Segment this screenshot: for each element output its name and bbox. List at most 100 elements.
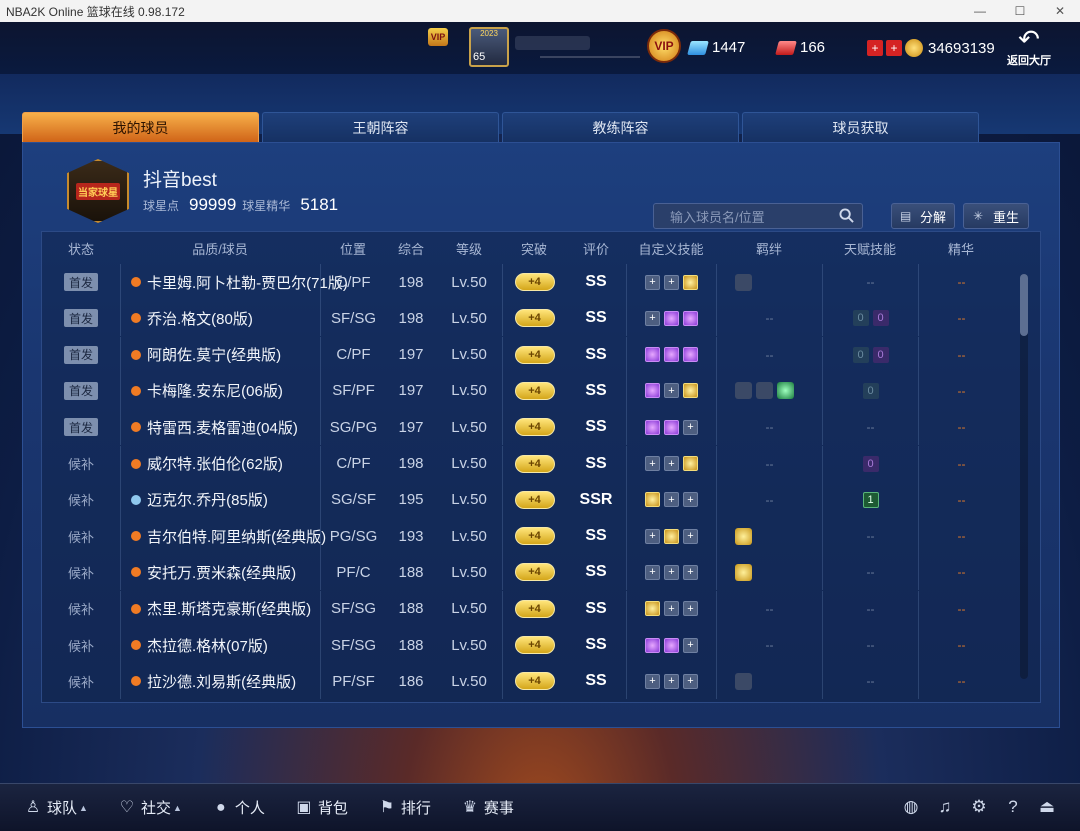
add-skill-icon[interactable]: + bbox=[683, 492, 698, 508]
col-overall[interactable]: 综合 bbox=[386, 232, 436, 264]
add-diamond-icon[interactable]: + bbox=[867, 40, 883, 56]
skill-icon[interactable] bbox=[645, 637, 660, 653]
skill-icon[interactable] bbox=[664, 637, 679, 653]
status-badge[interactable]: 候补 bbox=[68, 490, 94, 509]
table-row[interactable]: 首发 卡梅隆.安东尼(06版) SF/PF 197 Lv.50 +4 SS +0 -- bbox=[42, 372, 1027, 409]
help-icon[interactable]: ? bbox=[1002, 796, 1024, 818]
table-row[interactable]: 首发 卡里姆.阿卜杜勒-贾巴尔(71版) C/PF 198 Lv.50 +4 SS + + -- -… bbox=[42, 264, 1027, 300]
breakthrough-button[interactable]: +4 bbox=[514, 418, 555, 437]
breakthrough-button[interactable]: +4 bbox=[514, 527, 555, 546]
status-badge[interactable]: 候补 bbox=[68, 454, 94, 473]
headset-icon[interactable]: ◍ bbox=[900, 796, 922, 818]
add-skill-icon[interactable]: + bbox=[645, 310, 660, 326]
bond-icon[interactable] bbox=[777, 382, 794, 400]
table-scrollbar[interactable] bbox=[1020, 274, 1028, 679]
breakthrough-button[interactable]: +4 bbox=[514, 599, 555, 618]
vip-badge-icon[interactable]: VIP bbox=[647, 29, 681, 63]
scrollbar-thumb[interactable] bbox=[1020, 274, 1028, 336]
skill-icon[interactable] bbox=[645, 419, 660, 435]
maximize-button[interactable]: ☐ bbox=[1000, 0, 1040, 22]
status-badge[interactable]: 首发 bbox=[64, 381, 98, 400]
add-skill-icon[interactable]: + bbox=[683, 419, 698, 435]
back-to-lobby-button[interactable]: ↶ 返回大厅 bbox=[1003, 26, 1055, 68]
skill-icon[interactable] bbox=[645, 347, 660, 363]
col-bond[interactable]: 羁绊 bbox=[716, 232, 822, 264]
breakthrough-button[interactable]: +4 bbox=[514, 454, 555, 473]
exit-icon[interactable]: ⏏ bbox=[1036, 796, 1058, 818]
bond-icon[interactable] bbox=[735, 382, 752, 400]
col-breakthrough[interactable]: 突破 bbox=[502, 232, 566, 264]
diamond-counter[interactable]: 1447 bbox=[687, 39, 745, 56]
skill-icon[interactable] bbox=[664, 310, 679, 326]
add-skill-icon[interactable]: + bbox=[645, 528, 660, 544]
table-row[interactable]: 候补 拉沙德.刘易斯(经典版) PF/SF 186 Lv.50 +4 SS + + + -- -- bbox=[42, 663, 1027, 700]
status-badge[interactable]: 首发 bbox=[64, 418, 98, 437]
music-icon[interactable]: ♫ bbox=[934, 796, 956, 818]
skill-icon[interactable] bbox=[664, 419, 679, 435]
bond-icon[interactable] bbox=[735, 672, 752, 690]
add-skill-icon[interactable]: + bbox=[645, 456, 660, 471]
tab-coach-lineup[interactable]: 教练阵容 bbox=[502, 112, 739, 142]
add-skill-icon[interactable]: + bbox=[664, 383, 679, 399]
add-skill-icon[interactable]: + bbox=[683, 528, 698, 544]
rebirth-button[interactable]: ✳ 重生 bbox=[963, 203, 1029, 229]
talent-slot-icon[interactable]: 0 bbox=[872, 346, 889, 363]
add-skill-icon[interactable]: + bbox=[645, 274, 660, 290]
player-name[interactable]: 安托万.贾米森(经典版) bbox=[147, 562, 296, 583]
col-position[interactable]: 位置 bbox=[320, 232, 386, 264]
breakthrough-button[interactable]: +4 bbox=[514, 309, 555, 328]
breakthrough-button[interactable]: +4 bbox=[514, 381, 555, 400]
table-row[interactable]: 候补 安托万.贾米森(经典版) PF/C 188 Lv.50 +4 SS + + + -- -- bbox=[42, 554, 1027, 591]
add-skill-icon[interactable]: + bbox=[664, 274, 679, 290]
talent-slot-icon[interactable]: 0 bbox=[852, 310, 869, 327]
bond-icon[interactable] bbox=[756, 382, 773, 400]
skill-icon[interactable] bbox=[645, 492, 660, 508]
skill-icon[interactable] bbox=[664, 347, 679, 363]
skill-icon[interactable] bbox=[645, 383, 660, 399]
skill-icon[interactable] bbox=[664, 528, 679, 544]
add-skill-icon[interactable]: + bbox=[683, 601, 698, 617]
col-player[interactable]: 品质/球员 bbox=[120, 232, 320, 264]
table-row[interactable]: 候补 杰里.斯塔克豪斯(经典版) SF/SG 188 Lv.50 +4 SS + + -- -- -- bbox=[42, 590, 1027, 627]
player-name[interactable]: 迈克尔.乔丹(85版) bbox=[147, 489, 268, 510]
skill-icon[interactable] bbox=[645, 601, 660, 617]
add-skill-icon[interactable]: + bbox=[645, 673, 660, 689]
status-badge[interactable]: 首发 bbox=[64, 273, 98, 291]
tab-dynasty-lineup[interactable]: 王朝阵容 bbox=[262, 112, 499, 142]
nav-rank[interactable]: ⚑ 排行 bbox=[378, 797, 431, 818]
tab-player-acquire[interactable]: 球员获取 bbox=[742, 112, 979, 142]
status-badge[interactable]: 候补 bbox=[68, 636, 94, 655]
status-badge[interactable]: 首发 bbox=[64, 345, 98, 364]
player-name[interactable]: 阿朗佐.莫宁(经典版) bbox=[147, 344, 281, 365]
nav-trophy[interactable]: ♛ 赛事 bbox=[461, 797, 514, 818]
skill-icon[interactable] bbox=[683, 383, 698, 399]
status-badge[interactable]: 候补 bbox=[68, 599, 94, 618]
ticket-counter[interactable]: 166 bbox=[775, 39, 825, 56]
player-search-input[interactable]: 输入球员名/位置 bbox=[653, 203, 863, 229]
table-row[interactable]: 候补 吉尔伯特.阿里纳斯(经典版) PG/SG 193 Lv.50 +4 SS + + -- -- bbox=[42, 518, 1027, 555]
skill-icon[interactable] bbox=[683, 274, 698, 290]
table-row[interactable]: 首发 乔治.格文(80版) SF/SG 198 Lv.50 +4 SS + -- 0 0 -- bbox=[42, 300, 1027, 337]
add-coin-icon[interactable]: + bbox=[886, 40, 902, 56]
decompose-button[interactable]: ▤ 分解 bbox=[891, 203, 955, 229]
col-status[interactable]: 状态 bbox=[42, 232, 120, 264]
tab-my-players[interactable]: 我的球员 bbox=[22, 112, 259, 142]
bond-icon[interactable] bbox=[735, 527, 752, 545]
player-name[interactable]: 杰里.斯塔克豪斯(经典版) bbox=[147, 598, 311, 619]
player-name[interactable]: 拉沙德.刘易斯(经典版) bbox=[147, 671, 296, 692]
talent-slot-icon[interactable]: 0 bbox=[862, 455, 879, 472]
close-button[interactable]: ✕ bbox=[1040, 0, 1080, 22]
add-skill-icon[interactable]: + bbox=[664, 673, 679, 689]
bond-icon[interactable] bbox=[735, 273, 752, 291]
add-skill-icon[interactable]: + bbox=[664, 601, 679, 617]
talent-slot-icon[interactable]: 0 bbox=[862, 382, 879, 399]
talent-slot-icon[interactable]: 0 bbox=[872, 310, 889, 327]
breakthrough-button[interactable]: +4 bbox=[514, 563, 555, 582]
nav-user[interactable]: ● 个人 bbox=[212, 797, 265, 818]
table-row[interactable]: 候补 迈克尔.乔丹(85版) SG/SF 195 Lv.50 +4 SSR + + -- 1 -- bbox=[42, 481, 1027, 518]
col-talent[interactable]: 天赋技能 bbox=[822, 232, 918, 264]
breakthrough-button[interactable]: +4 bbox=[514, 636, 555, 654]
breakthrough-button[interactable]: +4 bbox=[514, 490, 555, 509]
status-badge[interactable]: 候补 bbox=[68, 527, 94, 546]
status-badge[interactable]: 首发 bbox=[64, 309, 98, 328]
